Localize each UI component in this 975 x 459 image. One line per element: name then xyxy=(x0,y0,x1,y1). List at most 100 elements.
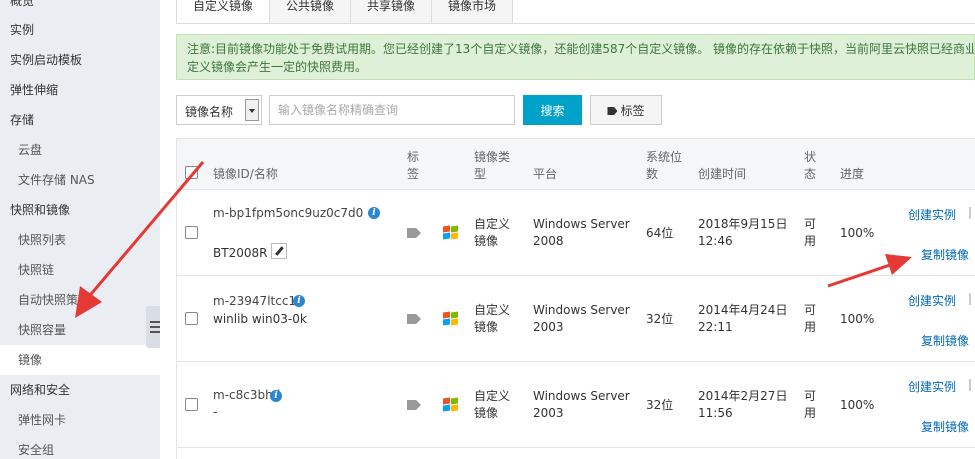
windows-icon xyxy=(443,311,459,327)
windows-icon xyxy=(443,225,459,241)
header-status-1: 状 xyxy=(804,150,817,164)
system-bits: 32位 xyxy=(646,312,674,326)
image-name: BT2008R xyxy=(213,246,268,260)
main-content: 自定义镜像 公共镜像 共享镜像 镜像市场 注意:目前镜像功能处于免费试用期。您已… xyxy=(160,0,975,459)
sidebar-item-auto-snapshot-policy[interactable]: 自动快照策略 xyxy=(0,285,160,315)
tab-image-marketplace[interactable]: 镜像市场 xyxy=(432,0,514,24)
row-checkbox[interactable] xyxy=(185,312,198,325)
filter-field-label: 镜像名称 xyxy=(185,105,234,119)
status-2: 用 xyxy=(804,320,817,334)
created-time: 22:11 xyxy=(698,320,733,334)
search-button[interactable]: 搜索 xyxy=(523,95,582,125)
progress: 100% xyxy=(840,226,875,240)
header-bits-2: 数 xyxy=(646,167,659,181)
platform-1: Windows Server xyxy=(533,303,630,317)
create-instance-link[interactable]: 创建实例 xyxy=(908,378,956,395)
platform-1: Windows Server xyxy=(533,389,630,403)
filter-field-select[interactable]: 镜像名称 xyxy=(176,95,262,125)
action-divider xyxy=(969,207,971,219)
created-time: 11:56 xyxy=(698,406,733,420)
sidebar-item-images[interactable]: 镜像 xyxy=(0,345,160,375)
chevron-down-icon[interactable] xyxy=(245,99,259,121)
sidebar-item-auto-scaling[interactable]: 弹性伸缩 xyxy=(0,75,160,105)
row-checkbox[interactable] xyxy=(185,226,198,239)
progress: 100% xyxy=(840,312,875,326)
header-bits-1: 系统位 xyxy=(646,150,683,164)
system-bits: 64位 xyxy=(646,226,674,240)
sidebar-item-instances[interactable]: 实例 xyxy=(0,15,160,45)
info-icon[interactable]: i xyxy=(368,207,380,219)
platform-2: 2003 xyxy=(533,406,564,420)
tag-icon[interactable] xyxy=(407,228,421,238)
tab-custom-images[interactable]: 自定义镜像 xyxy=(176,0,271,24)
table-row: m-23947ltcc1 i winlib win03-0k 自定义 镜像 Wi… xyxy=(177,276,975,362)
sidebar-item-nas[interactable]: 文件存储 NAS xyxy=(0,165,160,195)
tag-icon[interactable] xyxy=(407,400,421,410)
image-type-1: 自定义 xyxy=(474,217,511,231)
sidebar-item-snapshots-images[interactable]: 快照和镜像 xyxy=(0,195,160,225)
copy-image-link[interactable]: 复制镜像 xyxy=(921,332,969,349)
sidebar-item-network-security[interactable]: 网络和安全 xyxy=(0,375,160,405)
row-checkbox[interactable] xyxy=(185,398,198,411)
platform-2: 2003 xyxy=(533,320,564,334)
create-instance-link[interactable]: 创建实例 xyxy=(908,206,956,223)
tab-shared-images[interactable]: 共享镜像 xyxy=(351,0,433,24)
tag-icon[interactable] xyxy=(407,314,421,324)
sidebar-item-launch-templates[interactable]: 实例启动模板 xyxy=(0,45,160,75)
tag-icon xyxy=(607,107,618,115)
windows-icon xyxy=(443,397,459,413)
tab-public-images[interactable]: 公共镜像 xyxy=(270,0,352,24)
sidebar-item-snapshot-list[interactable]: 快照列表 xyxy=(0,225,160,255)
image-name: - xyxy=(213,405,218,419)
action-divider xyxy=(969,293,971,305)
search-input[interactable] xyxy=(269,95,515,125)
copy-image-link[interactable]: 复制镜像 xyxy=(921,246,969,263)
header-tag-1: 标 xyxy=(407,150,420,164)
status-1: 可 xyxy=(804,389,817,403)
header-id-name: 镜像ID/名称 xyxy=(213,167,278,181)
info-icon[interactable]: i xyxy=(293,295,305,307)
sidebar-item-cloud-disks[interactable]: 云盘 xyxy=(0,135,160,165)
header-progress: 进度 xyxy=(840,167,865,181)
image-type-2: 镜像 xyxy=(474,234,499,248)
image-id: m-23947ltcc1 xyxy=(213,294,297,308)
header-type-2: 型 xyxy=(474,167,487,181)
action-divider xyxy=(969,379,971,391)
created-date: 2018年9月15日 xyxy=(698,217,788,231)
sidebar-item-overview[interactable]: 概览 xyxy=(0,0,160,16)
sidebar-item-snapshot-chain[interactable]: 快照链 xyxy=(0,255,160,285)
progress: 100% xyxy=(840,398,875,412)
tag-button-label: 标签 xyxy=(620,103,645,118)
table-row: m-c8c3bhd i - 自定义 镜像 Windows Server 2003… xyxy=(177,362,975,448)
status-2: 用 xyxy=(804,234,817,248)
copy-image-link[interactable]: 复制镜像 xyxy=(921,418,969,435)
sidebar: 概览 实例 实例启动模板 弹性伸缩 存储 云盘 文件存储 NAS 快照和镜像 快… xyxy=(0,0,162,459)
header-created: 创建时间 xyxy=(698,167,747,181)
image-type-2: 镜像 xyxy=(474,406,499,420)
menu-icon-bar xyxy=(150,321,160,323)
notice-line-2: 定义镜像会产生一定的快照费用。 xyxy=(187,60,368,74)
image-type-2: 镜像 xyxy=(474,320,499,334)
header-status-2: 态 xyxy=(804,167,817,181)
sidebar-item-eni[interactable]: 弹性网卡 xyxy=(0,405,160,435)
edit-icon[interactable] xyxy=(271,243,287,259)
sidebar-item-security-groups[interactable]: 安全组 xyxy=(0,435,160,459)
tag-filter-button[interactable]: 标签 xyxy=(590,95,662,125)
info-icon[interactable]: i xyxy=(270,390,282,402)
status-1: 可 xyxy=(804,303,817,317)
image-id: m-bp1fpm5onc9uz0c7d0 xyxy=(213,206,364,220)
table-header: 镜像ID/名称 标 签 镜像类 型 平台 系统位 数 创建时间 状 态 进度 xyxy=(177,138,975,190)
status-1: 可 xyxy=(804,217,817,231)
platform-1: Windows Server xyxy=(533,217,630,231)
status-2: 用 xyxy=(804,406,817,420)
sidebar-item-storage[interactable]: 存储 xyxy=(0,105,160,135)
created-date: 2014年2月27日 xyxy=(698,389,788,403)
create-instance-link[interactable]: 创建实例 xyxy=(908,292,956,309)
notice-banner: 注意:目前镜像功能处于免费试用期。您已经创建了13个自定义镜像，还能创建587个… xyxy=(176,34,975,80)
created-date: 2014年4月24日 xyxy=(698,303,788,317)
select-all-checkbox[interactable] xyxy=(185,166,198,179)
image-table: 镜像ID/名称 标 签 镜像类 型 平台 系统位 数 创建时间 状 态 进度 m… xyxy=(176,138,975,459)
sidebar-item-snapshot-capacity[interactable]: 快照容量 xyxy=(0,315,160,345)
notice-line-1: 注意:目前镜像功能处于免费试用期。您已经创建了13个自定义镜像，还能创建587个… xyxy=(187,42,975,56)
platform-2: 2008 xyxy=(533,234,564,248)
